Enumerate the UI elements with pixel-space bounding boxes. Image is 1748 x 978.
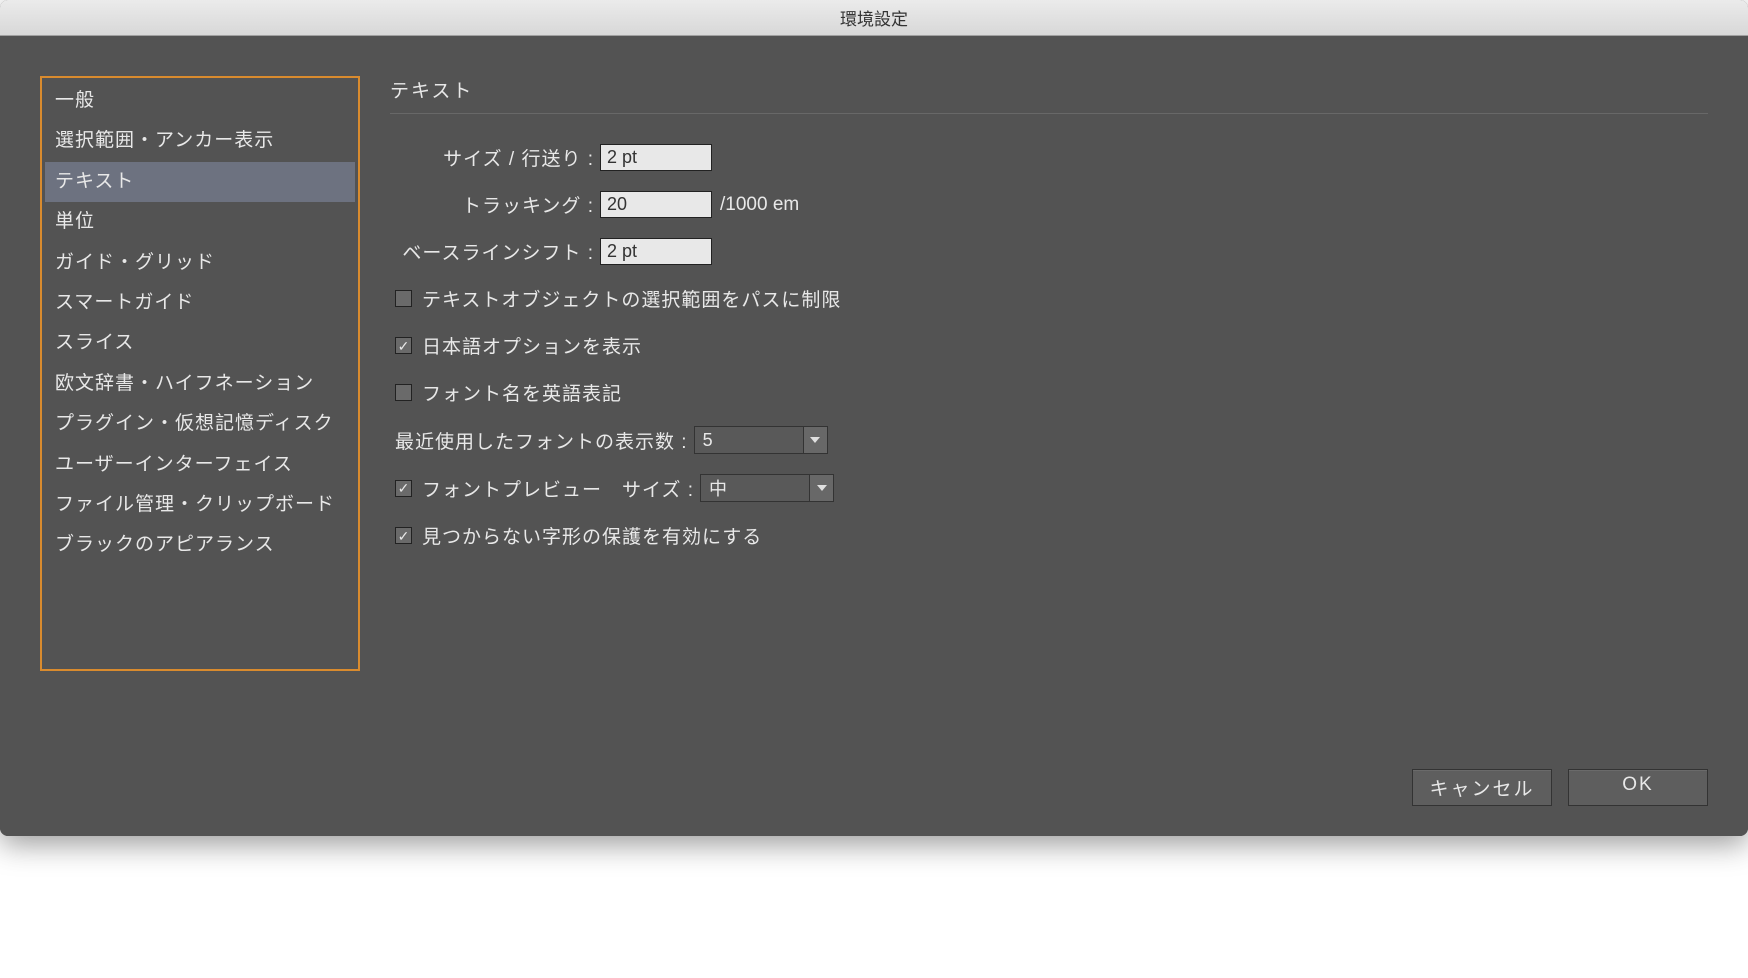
sidebar-item-1[interactable]: 選択範囲・アンカー表示 (45, 121, 355, 161)
dialog-title: 環境設定 (840, 5, 908, 30)
recent-fonts-label: 最近使用したフォントの表示数 : (395, 427, 694, 454)
sidebar-item-7[interactable]: 欧文辞書・ハイフネーション (45, 364, 355, 404)
japanese-options-checkbox[interactable] (395, 337, 412, 354)
recent-fonts-dropdown[interactable]: 5 (694, 426, 828, 454)
preview-size-dropdown[interactable]: 中 (700, 474, 834, 502)
preview-size-value: 中 (700, 474, 810, 502)
sidebar-item-4[interactable]: ガイド・グリッド (45, 243, 355, 283)
category-sidebar: 一般選択範囲・アンカー表示テキスト単位ガイド・グリッドスマートガイドスライス欧文… (40, 76, 360, 671)
english-font-names-label: フォント名を英語表記 (422, 379, 622, 406)
tracking-suffix: /1000 em (720, 194, 799, 216)
cancel-button[interactable]: キャンセル (1412, 769, 1552, 806)
size-leading-label: サイズ / 行送り : (390, 144, 600, 171)
sidebar-item-2[interactable]: テキスト (45, 162, 355, 202)
tracking-input[interactable] (600, 191, 712, 218)
size-leading-input[interactable] (600, 144, 712, 171)
path-limit-checkbox[interactable] (395, 290, 412, 307)
dropdown-arrow-icon[interactable] (810, 474, 834, 502)
baseline-shift-label: ベースラインシフト : (390, 238, 600, 265)
font-preview-label: フォントプレビュー (422, 475, 602, 502)
sidebar-item-11[interactable]: ブラックのアピアランス (45, 525, 355, 565)
dialog-button-bar: キャンセル OK (1412, 769, 1708, 806)
sidebar-item-9[interactable]: ユーザーインターフェイス (45, 445, 355, 485)
dialog-titlebar: 環境設定 (0, 0, 1748, 36)
sidebar-item-10[interactable]: ファイル管理・クリップボード (45, 485, 355, 525)
tracking-label: トラッキング : (390, 191, 600, 218)
japanese-options-label: 日本語オプションを表示 (422, 332, 642, 359)
preview-size-label: サイズ : (622, 475, 694, 502)
english-font-names-checkbox[interactable] (395, 384, 412, 401)
sidebar-item-0[interactable]: 一般 (45, 81, 355, 121)
sidebar-item-3[interactable]: 単位 (45, 202, 355, 242)
missing-glyph-protection-label: 見つからない字形の保護を有効にする (422, 522, 762, 549)
panel-title: テキスト (390, 76, 1708, 103)
path-limit-label: テキストオブジェクトの選択範囲をパスに制限 (422, 285, 841, 312)
font-preview-checkbox[interactable] (395, 480, 412, 497)
dropdown-arrow-icon[interactable] (804, 426, 828, 454)
recent-fonts-value: 5 (694, 426, 804, 454)
dialog-body: 一般選択範囲・アンカー表示テキスト単位ガイド・グリッドスマートガイドスライス欧文… (0, 36, 1748, 836)
baseline-shift-input[interactable] (600, 238, 712, 265)
preferences-dialog: 環境設定 一般選択範囲・アンカー表示テキスト単位ガイド・グリッドスマートガイドス… (0, 0, 1748, 836)
settings-panel: テキスト サイズ / 行送り : トラッキング : /1000 em ベースライ… (390, 76, 1708, 671)
panel-divider (390, 113, 1708, 114)
sidebar-item-8[interactable]: プラグイン・仮想記憶ディスク (45, 404, 355, 444)
sidebar-item-6[interactable]: スライス (45, 323, 355, 363)
sidebar-item-5[interactable]: スマートガイド (45, 283, 355, 323)
ok-button[interactable]: OK (1568, 769, 1708, 806)
missing-glyph-protection-checkbox[interactable] (395, 527, 412, 544)
